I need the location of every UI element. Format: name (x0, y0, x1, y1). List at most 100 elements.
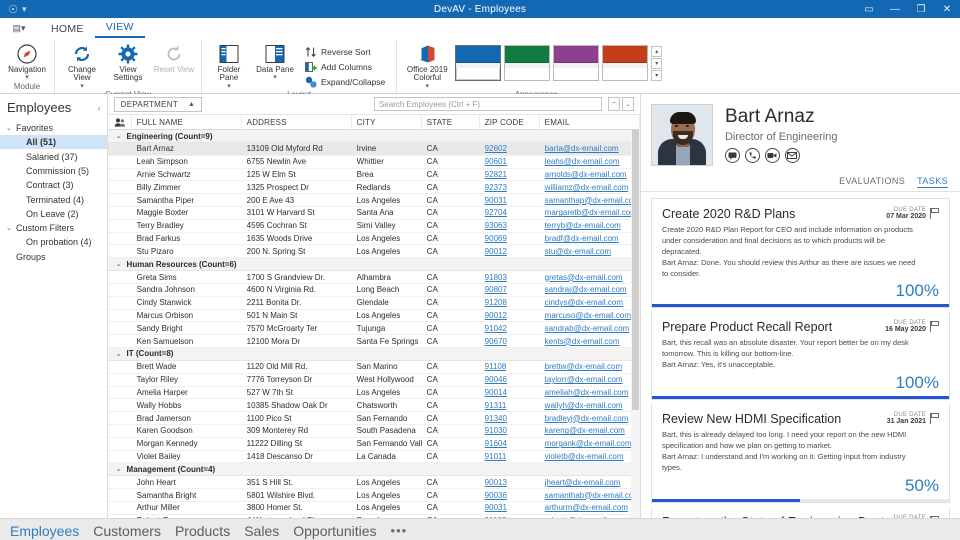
email-link[interactable]: samanthab@dx-email.com (545, 491, 640, 500)
email-link[interactable]: stu@dx-email.com (545, 247, 611, 256)
zip-link[interactable]: 90670 (485, 337, 507, 346)
flag-icon[interactable] (930, 515, 939, 518)
chevron-down-icon[interactable]: ⌄ (116, 132, 122, 140)
cell-email[interactable]: bradf@dx-email.com (540, 232, 640, 245)
cell-email[interactable]: williamz@dx-email.com (540, 181, 640, 194)
cell-email[interactable]: gretas@dx-email.com (540, 271, 640, 284)
grid-group-header[interactable]: ⌄ IT (Count=8) (107, 347, 640, 361)
cell-email[interactable]: margaretb@dx-email.com (540, 206, 640, 219)
cell-zip[interactable]: 91103 (480, 514, 540, 518)
table-row[interactable]: Bart Arnaz 13109 Old Myford Rd Irvine CA 926… (107, 143, 640, 156)
task-card[interactable]: DUE DATE 07 Mar 2020 Create 2020 R&D Plans… (650, 198, 950, 309)
zip-link[interactable]: 93063 (485, 221, 507, 230)
cell-zip[interactable]: 90069 (480, 232, 540, 245)
zip-link[interactable]: 91108 (485, 362, 507, 371)
table-row[interactable]: Amelia Harper 527 W 7th St Los Angeles CA 90… (107, 386, 640, 400)
phone-icon[interactable] (744, 148, 760, 163)
column-header-email[interactable]: EMAIL (540, 114, 640, 130)
table-row[interactable]: Greta Sims 1700 S Grandview Dr. Alhambra CA… (107, 271, 640, 284)
zip-link[interactable]: 90014 (485, 388, 507, 397)
zip-link[interactable]: 92821 (485, 170, 507, 179)
zip-link[interactable]: 90012 (485, 247, 507, 256)
view-settings-button[interactable]: View Settings (105, 42, 151, 83)
email-link[interactable]: arthurm@dx-email.com (545, 503, 628, 512)
column-header-city[interactable]: CITY (352, 114, 422, 130)
bottom-nav-sales[interactable]: Sales (244, 523, 279, 539)
table-row[interactable]: Wally Hobbs 10385 Shadow Oak Dr Chatsworth… (107, 399, 640, 413)
sidebar-item-terminated-4[interactable]: Terminated (4) (0, 193, 107, 207)
email-link[interactable]: wallyh@dx-email.com (545, 401, 623, 410)
sidebar-item-on-probation-4[interactable]: On probation (4) (0, 235, 107, 249)
cell-email[interactable]: bradleyj@dx-email.com (540, 412, 640, 425)
task-card[interactable]: DUE DATE19 Mar 2021Report on the State o… (650, 506, 950, 518)
email-link[interactable]: ameliah@dx-email.com (545, 388, 629, 397)
cell-zip[interactable]: 92602 (480, 143, 540, 156)
task-card[interactable]: DUE DATE 16 May 2020 Prepare Product Recal… (650, 312, 950, 400)
table-row[interactable]: Karen Goodson 309 Monterey Rd South Pasade… (107, 424, 640, 438)
find-next-icon[interactable]: ⌄ (621, 97, 634, 111)
zip-link[interactable]: 91011 (485, 452, 507, 461)
flag-icon[interactable] (930, 413, 939, 424)
table-row[interactable]: Brett Wade 1120 Old Mill Rd. San Marino CA 9… (107, 361, 640, 374)
find-previous-icon[interactable]: ⌃ (607, 97, 620, 111)
grid-scrollbar[interactable] (630, 130, 640, 518)
grid-group-header[interactable]: ⌄ Human Resources (Count=6) (107, 258, 640, 272)
ribbon-display-options-button[interactable]: ▭ (856, 0, 882, 18)
cell-zip[interactable]: 90012 (480, 309, 540, 322)
table-row[interactable]: Arthur Miller 3800 Homer St. Los Angeles CA… (107, 502, 640, 515)
table-row[interactable]: Leah Simpson 6755 Newlin Ave Whittier CA 906… (107, 156, 640, 169)
cell-zip[interactable]: 90670 (480, 335, 540, 348)
chevron-down-icon[interactable]: ⌄ (116, 260, 122, 268)
table-row[interactable]: Robert Reagan4 Westmoreland Pl.PasadenaC… (108, 515, 640, 518)
tab-view[interactable]: VIEW (94, 19, 145, 38)
zip-link[interactable]: 90031 (485, 196, 507, 205)
tab-evaluations[interactable]: EVALUATIONS (839, 176, 905, 188)
nav-group-custom-filters[interactable]: ⌄ Custom Filters (0, 221, 107, 235)
cell-zip[interactable]: 90014 (480, 386, 540, 399)
cell-email[interactable]: barta@dx-email.com (540, 143, 640, 156)
cell-email[interactable]: marcuso@dx-email.com (540, 309, 640, 322)
cell-email[interactable]: sandraj@dx-email.com (540, 283, 640, 296)
file-menu-icon[interactable]: ▤▾ (8, 20, 30, 36)
column-header-state[interactable]: STATE (422, 114, 480, 130)
table-row[interactable]: Morgan Kennedy 11222 Dilling St San Fernan… (107, 438, 640, 451)
quick-access-toolbar-caret[interactable]: ▾ (22, 4, 27, 15)
table-row[interactable]: Maggie Boxter 3101 W Harvard St Santa Ana C… (107, 206, 640, 220)
table-row[interactable]: Brad Farkus 1635 Woods Drive Los Angeles CA… (107, 232, 640, 246)
cell-zip[interactable]: 91208 (480, 296, 540, 309)
zip-link[interactable]: 91803 (485, 273, 507, 282)
cell-zip[interactable]: 90807 (480, 283, 540, 296)
column-header-address[interactable]: ADDRESS (242, 114, 352, 130)
zip-link[interactable]: 92704 (485, 208, 507, 217)
bottom-nav-customers[interactable]: Customers (93, 523, 161, 539)
bottom-nav-more-button[interactable]: ••• (391, 523, 408, 538)
chat-icon[interactable] (724, 148, 740, 163)
minimize-button[interactable]: — (882, 0, 908, 18)
sidebar-item-commission-5[interactable]: Commission (5) (0, 164, 107, 178)
cell-zip[interactable]: 91030 (480, 424, 540, 437)
sidebar-item-all-51[interactable]: All (51) (0, 135, 107, 150)
cell-email[interactable]: taylorr@dx-email.com (540, 373, 640, 386)
grid-scrollbar-thumb[interactable] (631, 130, 639, 410)
table-row[interactable]: Cindy Stanwick 2211 Bonita Dr. Glendale CA 9… (107, 296, 640, 310)
email-link[interactable]: brettw@dx-email.com (545, 362, 622, 371)
cell-zip[interactable]: 92373 (480, 181, 540, 194)
email-link[interactable]: violetb@dx-email.com (545, 452, 624, 461)
zip-link[interactable]: 91030 (485, 426, 507, 435)
collapse-pane-icon[interactable]: ‹ (98, 103, 101, 113)
office-theme-button[interactable]: Office 2019 Colorful ▾ (401, 42, 453, 90)
cell-email[interactable]: wallyh@dx-email.com (540, 399, 640, 412)
cell-zip[interactable]: 91042 (480, 322, 540, 335)
cell-email[interactable]: samanthap@dx-email.com (540, 194, 640, 207)
cell-email[interactable]: samanthab@dx-email.com (540, 489, 640, 502)
zip-link[interactable]: 91042 (485, 324, 507, 333)
cell-email[interactable]: terryb@dx-email.com (540, 219, 640, 232)
folder-pane-button[interactable]: Folder Pane ▾ (206, 42, 252, 90)
zip-link[interactable]: 92602 (485, 144, 507, 153)
zip-link[interactable]: 91103 (485, 516, 507, 518)
chevron-down-icon[interactable]: ⌄ (116, 350, 122, 358)
search-input[interactable]: Search Employees (Ctrl + F) (373, 97, 602, 111)
sidebar-item-groups[interactable]: Groups (0, 250, 107, 264)
gallery-scroll-up-button[interactable]: ▴ (651, 45, 663, 57)
cell-zip[interactable]: 90036 (480, 489, 540, 502)
